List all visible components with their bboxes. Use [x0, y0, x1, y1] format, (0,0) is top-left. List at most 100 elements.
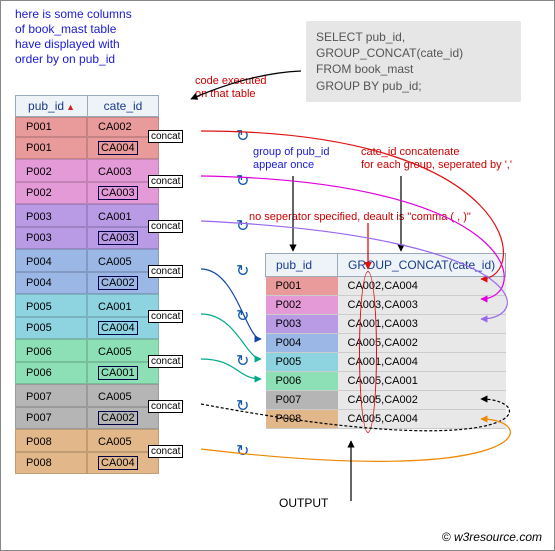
- source-cell-pub: P008: [15, 429, 87, 452]
- result-cell-pub: P004: [266, 334, 338, 353]
- sql-line-3: FROM book_mast: [316, 61, 511, 77]
- source-row: P005CA004↻concat: [15, 317, 159, 339]
- diagram-frame: here is some columns of book_mast table …: [0, 0, 555, 551]
- result-cell-pub: P005: [266, 353, 338, 372]
- source-cell-cate: CA002↻concat: [87, 272, 159, 294]
- source-cell-cate: CA003↻concat: [87, 182, 159, 204]
- source-cell-pub: P002: [15, 182, 87, 204]
- source-row: P004CA005: [15, 249, 159, 272]
- concat-label: concat: [148, 130, 183, 143]
- source-cell-pub: P002: [15, 159, 87, 182]
- source-row: P001CA002: [15, 117, 159, 137]
- result-header-pub: pub_id: [266, 254, 338, 277]
- result-table: pub_id GROUP_CONCAT(cate_id) P001CA002,C…: [265, 253, 506, 429]
- source-row: P007CA005: [15, 384, 159, 407]
- concat-label: concat: [148, 220, 183, 233]
- source-cell-pub: P003: [15, 227, 87, 249]
- source-row: P001CA004↻concat: [15, 137, 159, 159]
- source-row: P006CA001↻concat: [15, 362, 159, 384]
- result-cell-gc: CA005,CA004: [338, 410, 506, 429]
- result-cell-pub: P008: [266, 410, 338, 429]
- source-row: P008CA005: [15, 429, 159, 452]
- copyright-label: © w3resource.com: [442, 530, 542, 544]
- source-cell-pub: P008: [15, 452, 87, 474]
- source-cell-pub: P005: [15, 294, 87, 317]
- cycle-icon: ↻: [236, 261, 249, 281]
- source-cell-pub: P004: [15, 272, 87, 294]
- result-cell-gc: CA005,CA002: [338, 391, 506, 410]
- result-cell-pub: P007: [266, 391, 338, 410]
- result-cell-gc: CA005,CA001: [338, 372, 506, 391]
- result-header-gc: GROUP_CONCAT(cate_id): [338, 254, 506, 277]
- cycle-icon: ↻: [236, 306, 249, 326]
- source-cell-pub: P001: [15, 117, 87, 137]
- result-cell-pub: P003: [266, 315, 338, 334]
- source-cell-pub: P004: [15, 249, 87, 272]
- source-cell-pub: P007: [15, 384, 87, 407]
- cycle-icon: ↻: [236, 396, 249, 416]
- source-header-cate: cate_id: [87, 95, 159, 117]
- sql-line-2: GROUP_CONCAT(cate_id): [316, 45, 511, 61]
- result-cell-gc: CA002,CA004: [338, 277, 506, 296]
- result-row: P002CA003,CA003: [266, 296, 506, 315]
- cycle-icon: ↻: [236, 216, 249, 236]
- source-cell-pub: P006: [15, 339, 87, 362]
- concat-label: concat: [148, 445, 183, 458]
- source-row: P003CA001: [15, 204, 159, 227]
- source-cell-pub: P001: [15, 137, 87, 159]
- sort-asc-icon: ▲: [66, 102, 75, 112]
- result-row: P004CA005,CA002: [266, 334, 506, 353]
- top-caption: here is some columns of book_mast table …: [15, 7, 132, 67]
- source-row: P004CA002↻concat: [15, 272, 159, 294]
- source-row: P003CA003↻concat: [15, 227, 159, 249]
- concat-label: concat: [148, 355, 183, 368]
- source-cell-cate: CA004↻concat: [87, 452, 159, 474]
- source-row: P002CA003: [15, 159, 159, 182]
- cycle-icon: ↻: [236, 126, 249, 146]
- result-cell-gc: CA001,CA003: [338, 315, 506, 334]
- cate-concat-label: cate_id concatenate for each group, sepe…: [361, 146, 512, 172]
- source-header-pub: pub_id▲: [15, 95, 87, 117]
- result-cell-pub: P006: [266, 372, 338, 391]
- source-cell-cate: CA004↻concat: [87, 317, 159, 339]
- source-cell-cate: CA001↻concat: [87, 362, 159, 384]
- source-row: P006CA005: [15, 339, 159, 362]
- result-row: P003CA001,CA003: [266, 315, 506, 334]
- source-row: P002CA003↻concat: [15, 182, 159, 204]
- concat-label: concat: [148, 265, 183, 278]
- result-row: P006CA005,CA001: [266, 372, 506, 391]
- source-cell-pub: P005: [15, 317, 87, 339]
- concat-label: concat: [148, 310, 183, 323]
- source-cell-cate: CA002↻concat: [87, 407, 159, 429]
- result-cell-pub: P002: [266, 296, 338, 315]
- source-cell-pub: P006: [15, 362, 87, 384]
- result-row: P005CA001,CA004: [266, 353, 506, 372]
- group-once-label: group of pub_id appear once: [253, 146, 329, 172]
- source-table: pub_id▲ cate_id P001CA002P001CA004↻conca…: [15, 95, 159, 474]
- cycle-icon: ↻: [236, 171, 249, 191]
- result-cell-gc: CA001,CA004: [338, 353, 506, 372]
- source-cell-cate: CA003↻concat: [87, 227, 159, 249]
- source-cell-pub: P007: [15, 407, 87, 429]
- sql-code-box: SELECT pub_id, GROUP_CONCAT(cate_id) FRO…: [306, 21, 521, 102]
- cycle-icon: ↻: [236, 351, 249, 371]
- no-separator-label: no seperator specified, deault is "comma…: [249, 211, 471, 224]
- result-row: P001CA002,CA004: [266, 277, 506, 296]
- code-executed-label: code executed on that table: [195, 75, 267, 101]
- concat-label: concat: [148, 400, 183, 413]
- sql-line-4: GROUP BY pub_id;: [316, 78, 511, 94]
- sql-line-1: SELECT pub_id,: [316, 29, 511, 45]
- result-row: P008CA005,CA004: [266, 410, 506, 429]
- cycle-icon: ↻: [236, 441, 249, 461]
- result-cell-gc: CA005,CA002: [338, 334, 506, 353]
- source-row: P008CA004↻concat: [15, 452, 159, 474]
- result-cell-gc: CA003,CA003: [338, 296, 506, 315]
- source-cell-pub: P003: [15, 204, 87, 227]
- source-cell-cate: CA004↻concat: [87, 137, 159, 159]
- source-row: P005CA001: [15, 294, 159, 317]
- result-cell-pub: P001: [266, 277, 338, 296]
- result-row: P007CA005,CA002: [266, 391, 506, 410]
- concat-label: concat: [148, 175, 183, 188]
- output-label: OUTPUT: [279, 496, 328, 510]
- source-row: P007CA002↻concat: [15, 407, 159, 429]
